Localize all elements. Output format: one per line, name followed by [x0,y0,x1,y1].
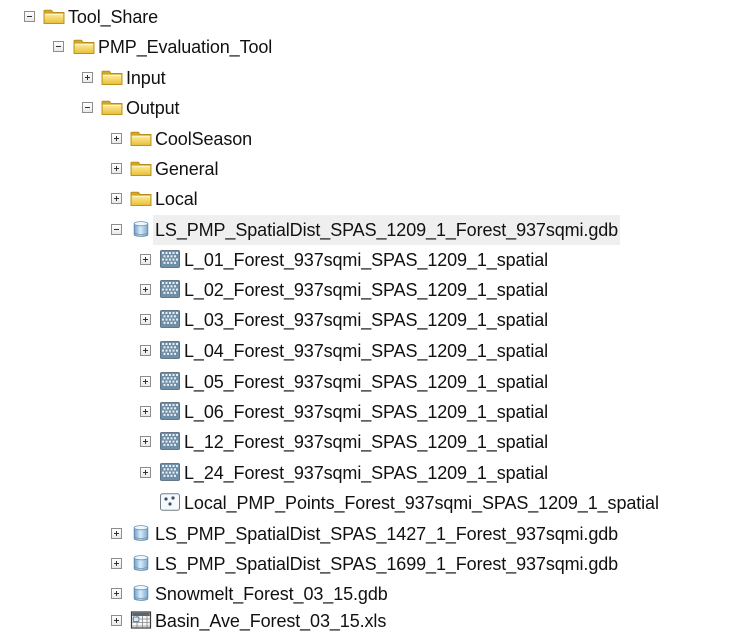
tree-row-local-pmp-points[interactable]: Local_PMP_Points_Forest_937sqmi_SPAS_120… [0,488,734,518]
expand-icon[interactable] [140,406,151,417]
tree-item-label: L_01_Forest_937sqmi_SPAS_1209_1_spatial [184,250,549,270]
tree-row-raster-03[interactable]: L_03_Forest_937sqmi_SPAS_1209_1_spatial [0,305,734,335]
collapse-icon[interactable] [82,102,93,113]
geodatabase-icon [130,219,152,239]
tree-row-pmp-evaluation-tool[interactable]: PMP_Evaluation_Tool [0,32,734,62]
tree-item-label: Snowmelt_Forest_03_15.gdb [155,584,388,604]
raster-icon [159,340,181,360]
tree-item-label: Local [155,189,198,209]
tree-row-raster-01[interactable]: L_01_Forest_937sqmi_SPAS_1209_1_spatial [0,245,734,275]
collapse-icon[interactable] [24,11,35,22]
folder-icon [43,6,65,26]
spreadsheet-icon [130,610,152,630]
tree-row-tool-share[interactable]: Tool_Share [0,2,734,32]
tree-item-label: L_04_Forest_937sqmi_SPAS_1209_1_spatial [184,341,549,361]
expand-icon[interactable] [140,467,151,478]
tree-row-snowmelt[interactable]: Snowmelt_Forest_03_15.gdb [0,579,734,609]
tree-item-label: CoolSeason [155,129,253,149]
tree-item-label: PMP_Evaluation_Tool [98,37,273,57]
tree-row-coolseason[interactable]: CoolSeason [0,124,734,154]
raster-icon [159,401,181,421]
tree-item-label: L_05_Forest_937sqmi_SPAS_1209_1_spatial [184,372,549,392]
tree-item-label: Tool_Share [68,7,159,27]
expand-icon[interactable] [111,163,122,174]
tree-row-input[interactable]: Input [0,63,734,93]
tree-row-output[interactable]: Output [0,93,734,123]
raster-icon [159,431,181,451]
tree-row-local[interactable]: Local [0,184,734,214]
tree-item-label: LS_PMP_SpatialDist_SPAS_1699_1_Forest_93… [155,554,619,574]
raster-icon [159,249,181,269]
tree-item-label: Output [126,98,180,118]
tree-row-raster-12[interactable]: L_12_Forest_937sqmi_SPAS_1209_1_spatial [0,427,734,457]
point-feature-class-icon [159,492,181,512]
tree-item-label: LS_PMP_SpatialDist_SPAS_1209_1_Forest_93… [153,215,621,245]
expand-icon[interactable] [82,72,93,83]
tree-item-label: L_03_Forest_937sqmi_SPAS_1209_1_spatial [184,310,549,330]
raster-icon [159,462,181,482]
tree-item-label: Local_PMP_Points_Forest_937sqmi_SPAS_120… [184,493,659,513]
folder-icon [130,188,152,208]
expand-icon[interactable] [140,284,151,295]
folder-icon [101,67,123,87]
tree-row-gdb-1209[interactable]: LS_PMP_SpatialDist_SPAS_1209_1_Forest_93… [0,215,734,245]
expand-icon[interactable] [111,558,122,569]
expand-icon[interactable] [111,133,122,144]
folder-icon [73,36,95,56]
folder-icon [130,128,152,148]
tree-item-label: L_24_Forest_937sqmi_SPAS_1209_1_spatial [184,463,549,483]
collapse-icon[interactable] [111,224,122,235]
expand-icon[interactable] [111,193,122,204]
tree-row-gdb-1699[interactable]: LS_PMP_SpatialDist_SPAS_1699_1_Forest_93… [0,549,734,579]
tree-item-label: LS_PMP_SpatialDist_SPAS_1427_1_Forest_93… [155,524,619,544]
folder-icon [101,97,123,117]
tree-row-gdb-1427[interactable]: LS_PMP_SpatialDist_SPAS_1427_1_Forest_93… [0,519,734,549]
tree-item-label: L_12_Forest_937sqmi_SPAS_1209_1_spatial [184,432,549,452]
tree-row-raster-24[interactable]: L_24_Forest_937sqmi_SPAS_1209_1_spatial [0,458,734,488]
raster-icon [159,279,181,299]
tree-row-raster-06[interactable]: L_06_Forest_937sqmi_SPAS_1209_1_spatial [0,397,734,427]
expand-icon[interactable] [140,436,151,447]
folder-icon [130,158,152,178]
collapse-icon[interactable] [53,41,64,52]
tree-row-general[interactable]: General [0,154,734,184]
expand-icon[interactable] [111,588,122,599]
raster-icon [159,371,181,391]
tree-item-label: General [155,159,219,179]
expand-icon[interactable] [140,376,151,387]
expand-icon[interactable] [140,254,151,265]
tree-row-raster-04[interactable]: L_04_Forest_937sqmi_SPAS_1209_1_spatial [0,336,734,366]
expand-icon[interactable] [111,528,122,539]
geodatabase-icon [130,523,152,543]
tree-item-label: L_06_Forest_937sqmi_SPAS_1209_1_spatial [184,402,549,422]
raster-icon [159,309,181,329]
geodatabase-icon [130,553,152,573]
tree-row-raster-05[interactable]: L_05_Forest_937sqmi_SPAS_1209_1_spatial [0,367,734,397]
tree-item-label: Input [126,68,166,88]
tree-row-raster-02[interactable]: L_02_Forest_937sqmi_SPAS_1209_1_spatial [0,275,734,305]
geodatabase-icon [130,583,152,603]
expand-icon[interactable] [140,314,151,325]
expand-icon[interactable] [111,615,122,626]
expand-icon[interactable] [140,345,151,356]
tree-item-label: L_02_Forest_937sqmi_SPAS_1209_1_spatial [184,280,549,300]
catalog-tree: Tool_Share PMP_Evaluation_Tool Input Out… [0,0,734,632]
